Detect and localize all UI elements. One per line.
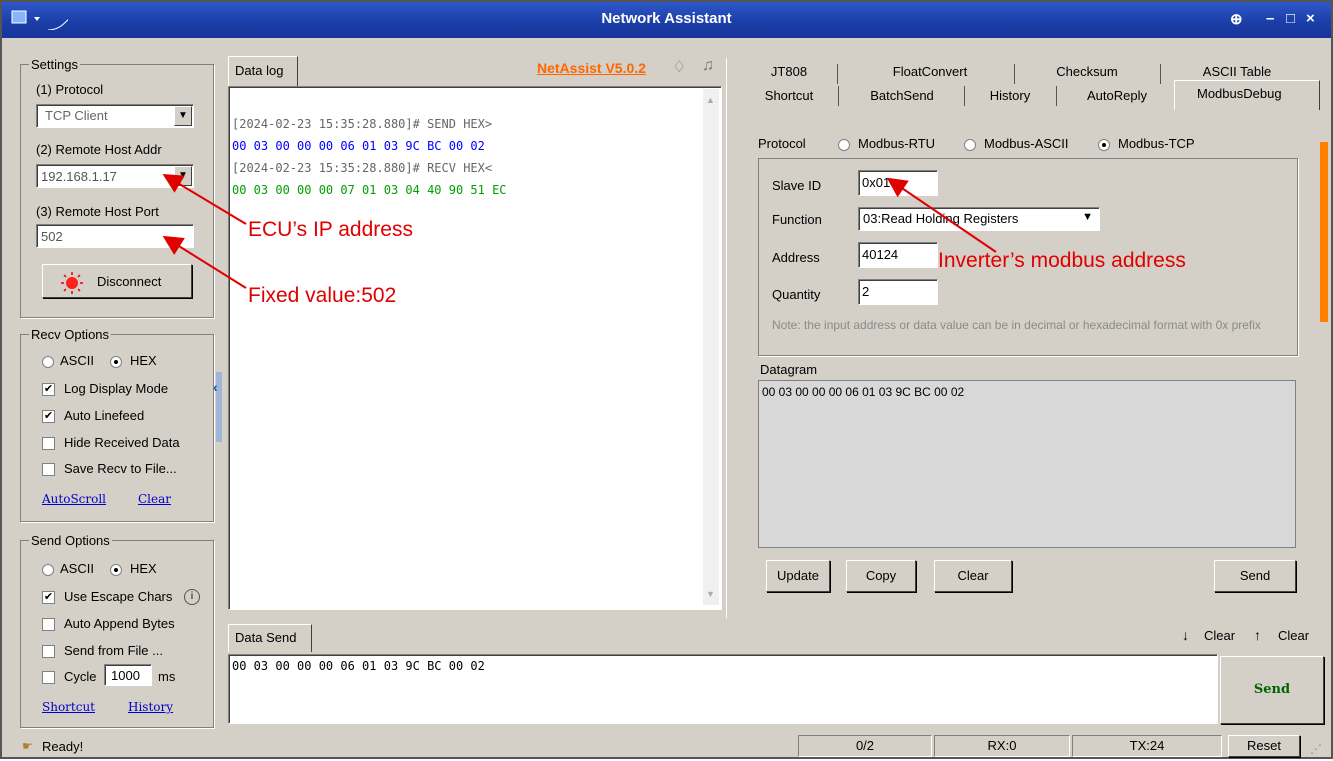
modbus-annotation-text: Inverter’s modbus address	[938, 249, 1186, 272]
app-window: Network Assistant ⊕ – □ × Settings (1) P…	[0, 0, 1333, 759]
annotation-arrows	[162, 173, 997, 289]
modbus-annotation-arrow	[886, 177, 997, 253]
ip-annotation-arrow	[162, 173, 247, 225]
port-annotation-text: Fixed value:502	[248, 284, 397, 307]
ip-annotation-text: ECU’s IP address	[248, 218, 413, 241]
port-annotation-arrow	[162, 235, 247, 289]
